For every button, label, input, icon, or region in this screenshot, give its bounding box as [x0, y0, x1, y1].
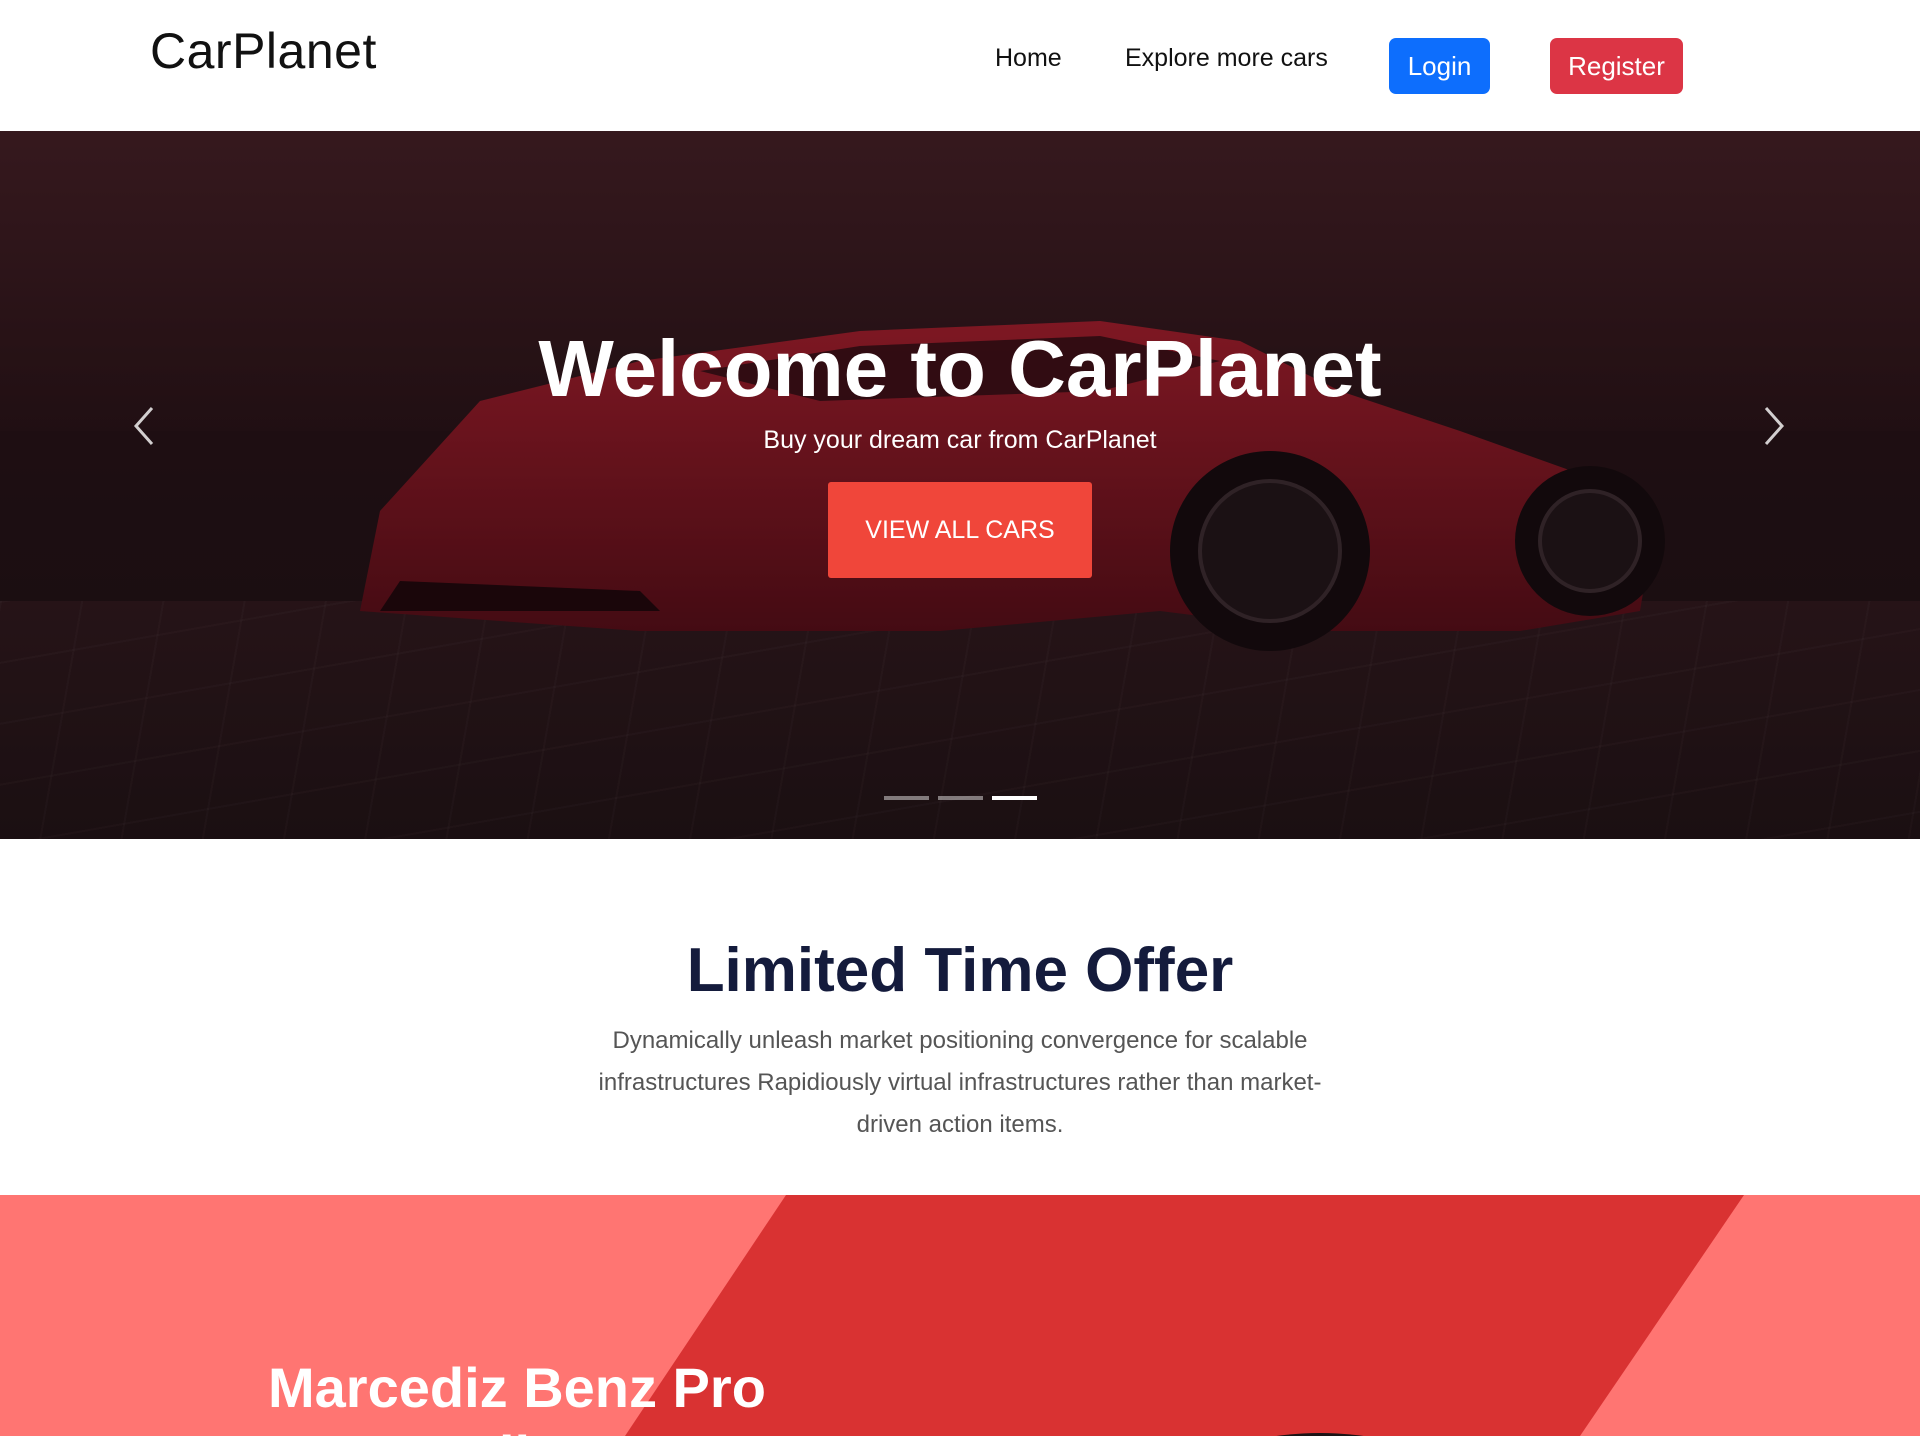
chevron-right-icon [1764, 407, 1785, 445]
login-button[interactable]: Login [1389, 38, 1490, 94]
brand-logo[interactable]: CarPlanet [150, 22, 377, 80]
promo-car-subtitle: 2.0 Marcediz Benz Pro [225, 1423, 816, 1436]
carousel-prev-button[interactable] [124, 396, 164, 456]
carousel-indicator-3[interactable] [992, 796, 1037, 800]
carousel-next-button[interactable] [1754, 396, 1794, 456]
hero-carousel: Welcome to CarPlanet Buy your dream car … [0, 131, 1920, 839]
hero-title: Welcome to CarPlanet [538, 324, 1382, 413]
view-all-cars-button[interactable]: VIEW ALL CARS [828, 482, 1092, 578]
hero-subtitle: Buy your dream car from CarPlanet [763, 426, 1157, 454]
offer-description: Dynamically unleash market positioning c… [598, 1027, 1322, 1138]
offer-title: Limited Time Offer [686, 936, 1234, 1005]
carousel-indicator-2[interactable] [938, 796, 983, 800]
nav-link-home[interactable]: Home [995, 44, 1062, 73]
chevron-left-icon [133, 407, 154, 445]
register-button[interactable]: Register [1550, 38, 1683, 94]
nav-link-explore[interactable]: Explore more cars [1125, 44, 1328, 73]
promo-car-name: Marcediz Benz Pro [268, 1356, 766, 1419]
navbar: CarPlanet Home Explore more cars Login R… [0, 0, 1920, 131]
promo-banner: Marcediz Benz Pro 2.0 Marcediz Benz Pro [0, 1195, 1920, 1436]
carousel-indicator-1[interactable] [884, 796, 929, 800]
